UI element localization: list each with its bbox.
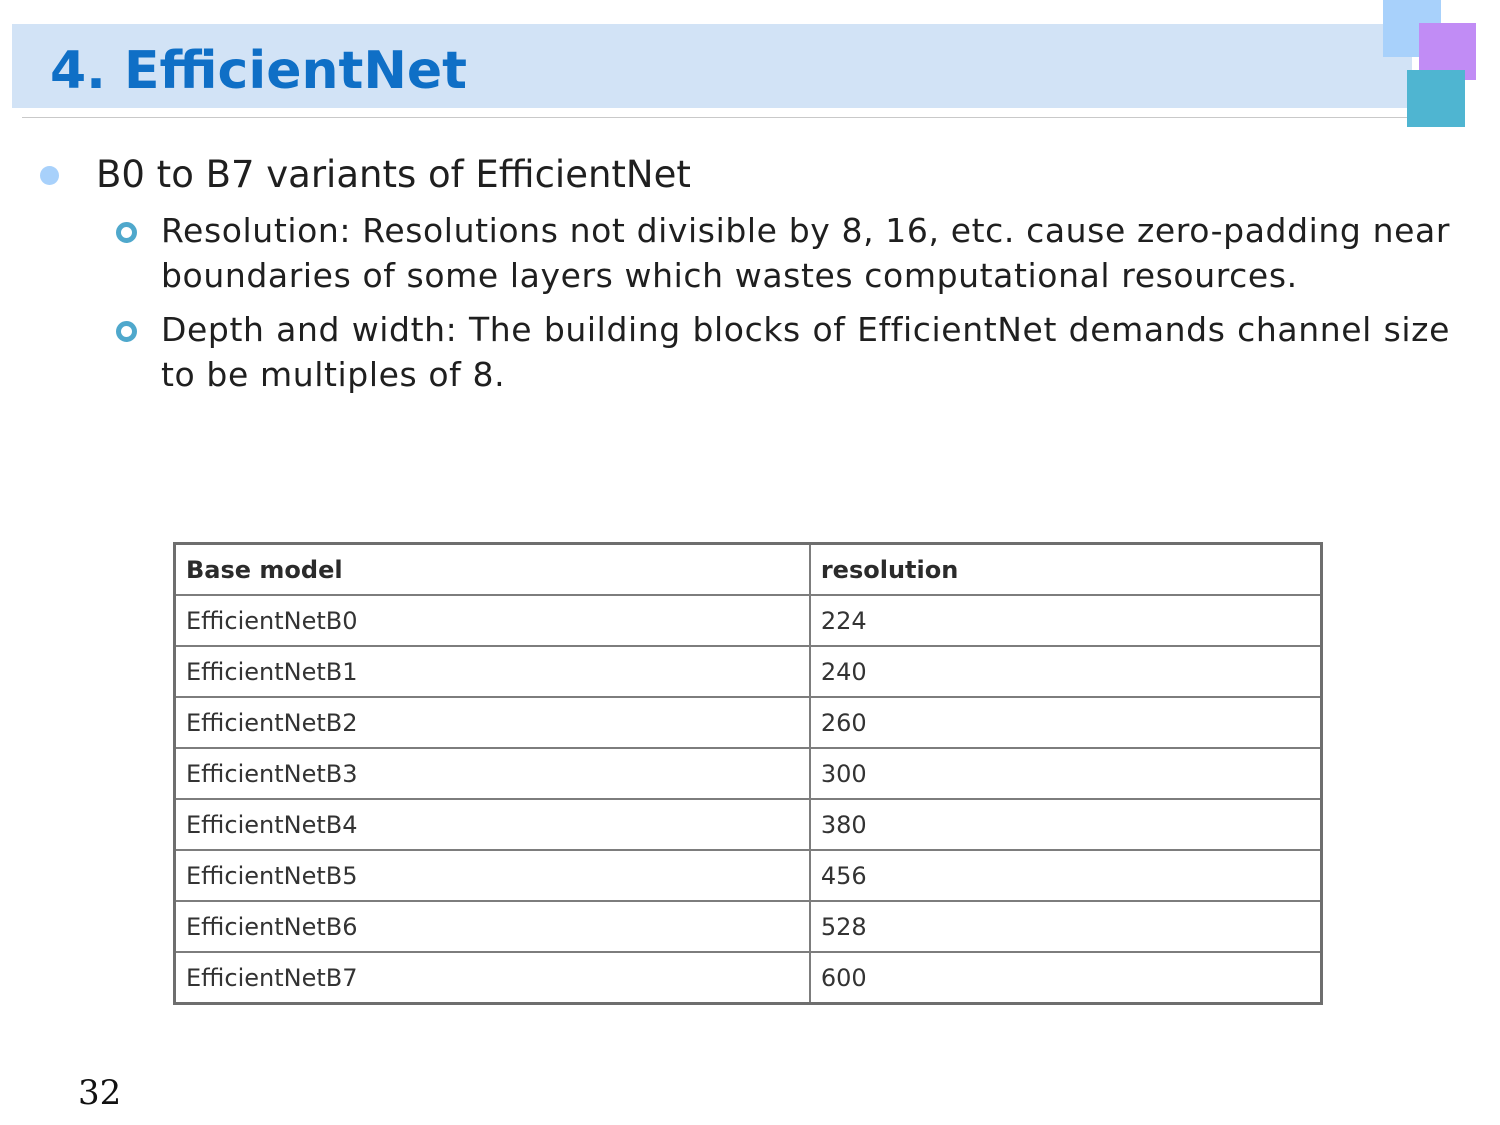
- base-model-cell: EfficientNetB7: [173, 951, 811, 1005]
- base-model-cell: EfficientNetB6: [173, 900, 811, 953]
- base-model-cell: EfficientNetB0: [173, 594, 811, 647]
- table-row: EfficientNetB6 528: [173, 900, 1323, 953]
- sub-bullet-text: Depth and width: The building blocks of …: [161, 310, 1450, 394]
- main-bullet-text: B0 to B7 variants of EfficientNet: [96, 153, 691, 196]
- resolution-cell: 380: [808, 798, 1323, 851]
- table-row: EfficientNetB1 240: [173, 645, 1323, 698]
- table-row: EfficientNetB7 600: [173, 951, 1323, 1005]
- table-row: EfficientNetB0 224: [173, 594, 1323, 647]
- resolution-cell: 528: [808, 900, 1323, 953]
- table-row: EfficientNetB5 456: [173, 849, 1323, 902]
- table-row: EfficientNetB2 260: [173, 696, 1323, 749]
- table-header-row: Base model resolution: [173, 542, 1323, 596]
- base-model-cell: EfficientNetB3: [173, 747, 811, 800]
- base-model-cell: EfficientNetB2: [173, 696, 811, 749]
- decorative-square-teal: [1407, 70, 1465, 127]
- bullet-ring-icon: [116, 222, 137, 243]
- resolution-cell: 600: [808, 951, 1323, 1005]
- resolution-cell: 260: [808, 696, 1323, 749]
- resolution-table: Base model resolution EfficientNetB0 224…: [173, 542, 1323, 1005]
- bullet-dot-icon: [40, 166, 59, 185]
- base-model-cell: EfficientNetB4: [173, 798, 811, 851]
- base-model-cell: EfficientNetB1: [173, 645, 811, 698]
- page-number: 32: [78, 1073, 122, 1113]
- resolution-cell: 224: [808, 594, 1323, 647]
- table-row: EfficientNetB3 300: [173, 747, 1323, 800]
- resolution-cell: 456: [808, 849, 1323, 902]
- title-divider: [22, 117, 1408, 118]
- resolution-cell: 300: [808, 747, 1323, 800]
- column-header-base-model: Base model: [173, 542, 811, 596]
- table-row: EfficientNetB4 380: [173, 798, 1323, 851]
- column-header-resolution: resolution: [808, 542, 1323, 596]
- resolution-table-container: Base model resolution EfficientNetB0 224…: [173, 542, 1323, 1005]
- resolution-cell: 240: [808, 645, 1323, 698]
- slide-title: 4. EfficientNet: [50, 41, 467, 101]
- bullet-ring-icon: [116, 321, 137, 342]
- sub-bullet-text: Resolution: Resolutions not divisible by…: [161, 211, 1450, 295]
- base-model-cell: EfficientNetB5: [173, 849, 811, 902]
